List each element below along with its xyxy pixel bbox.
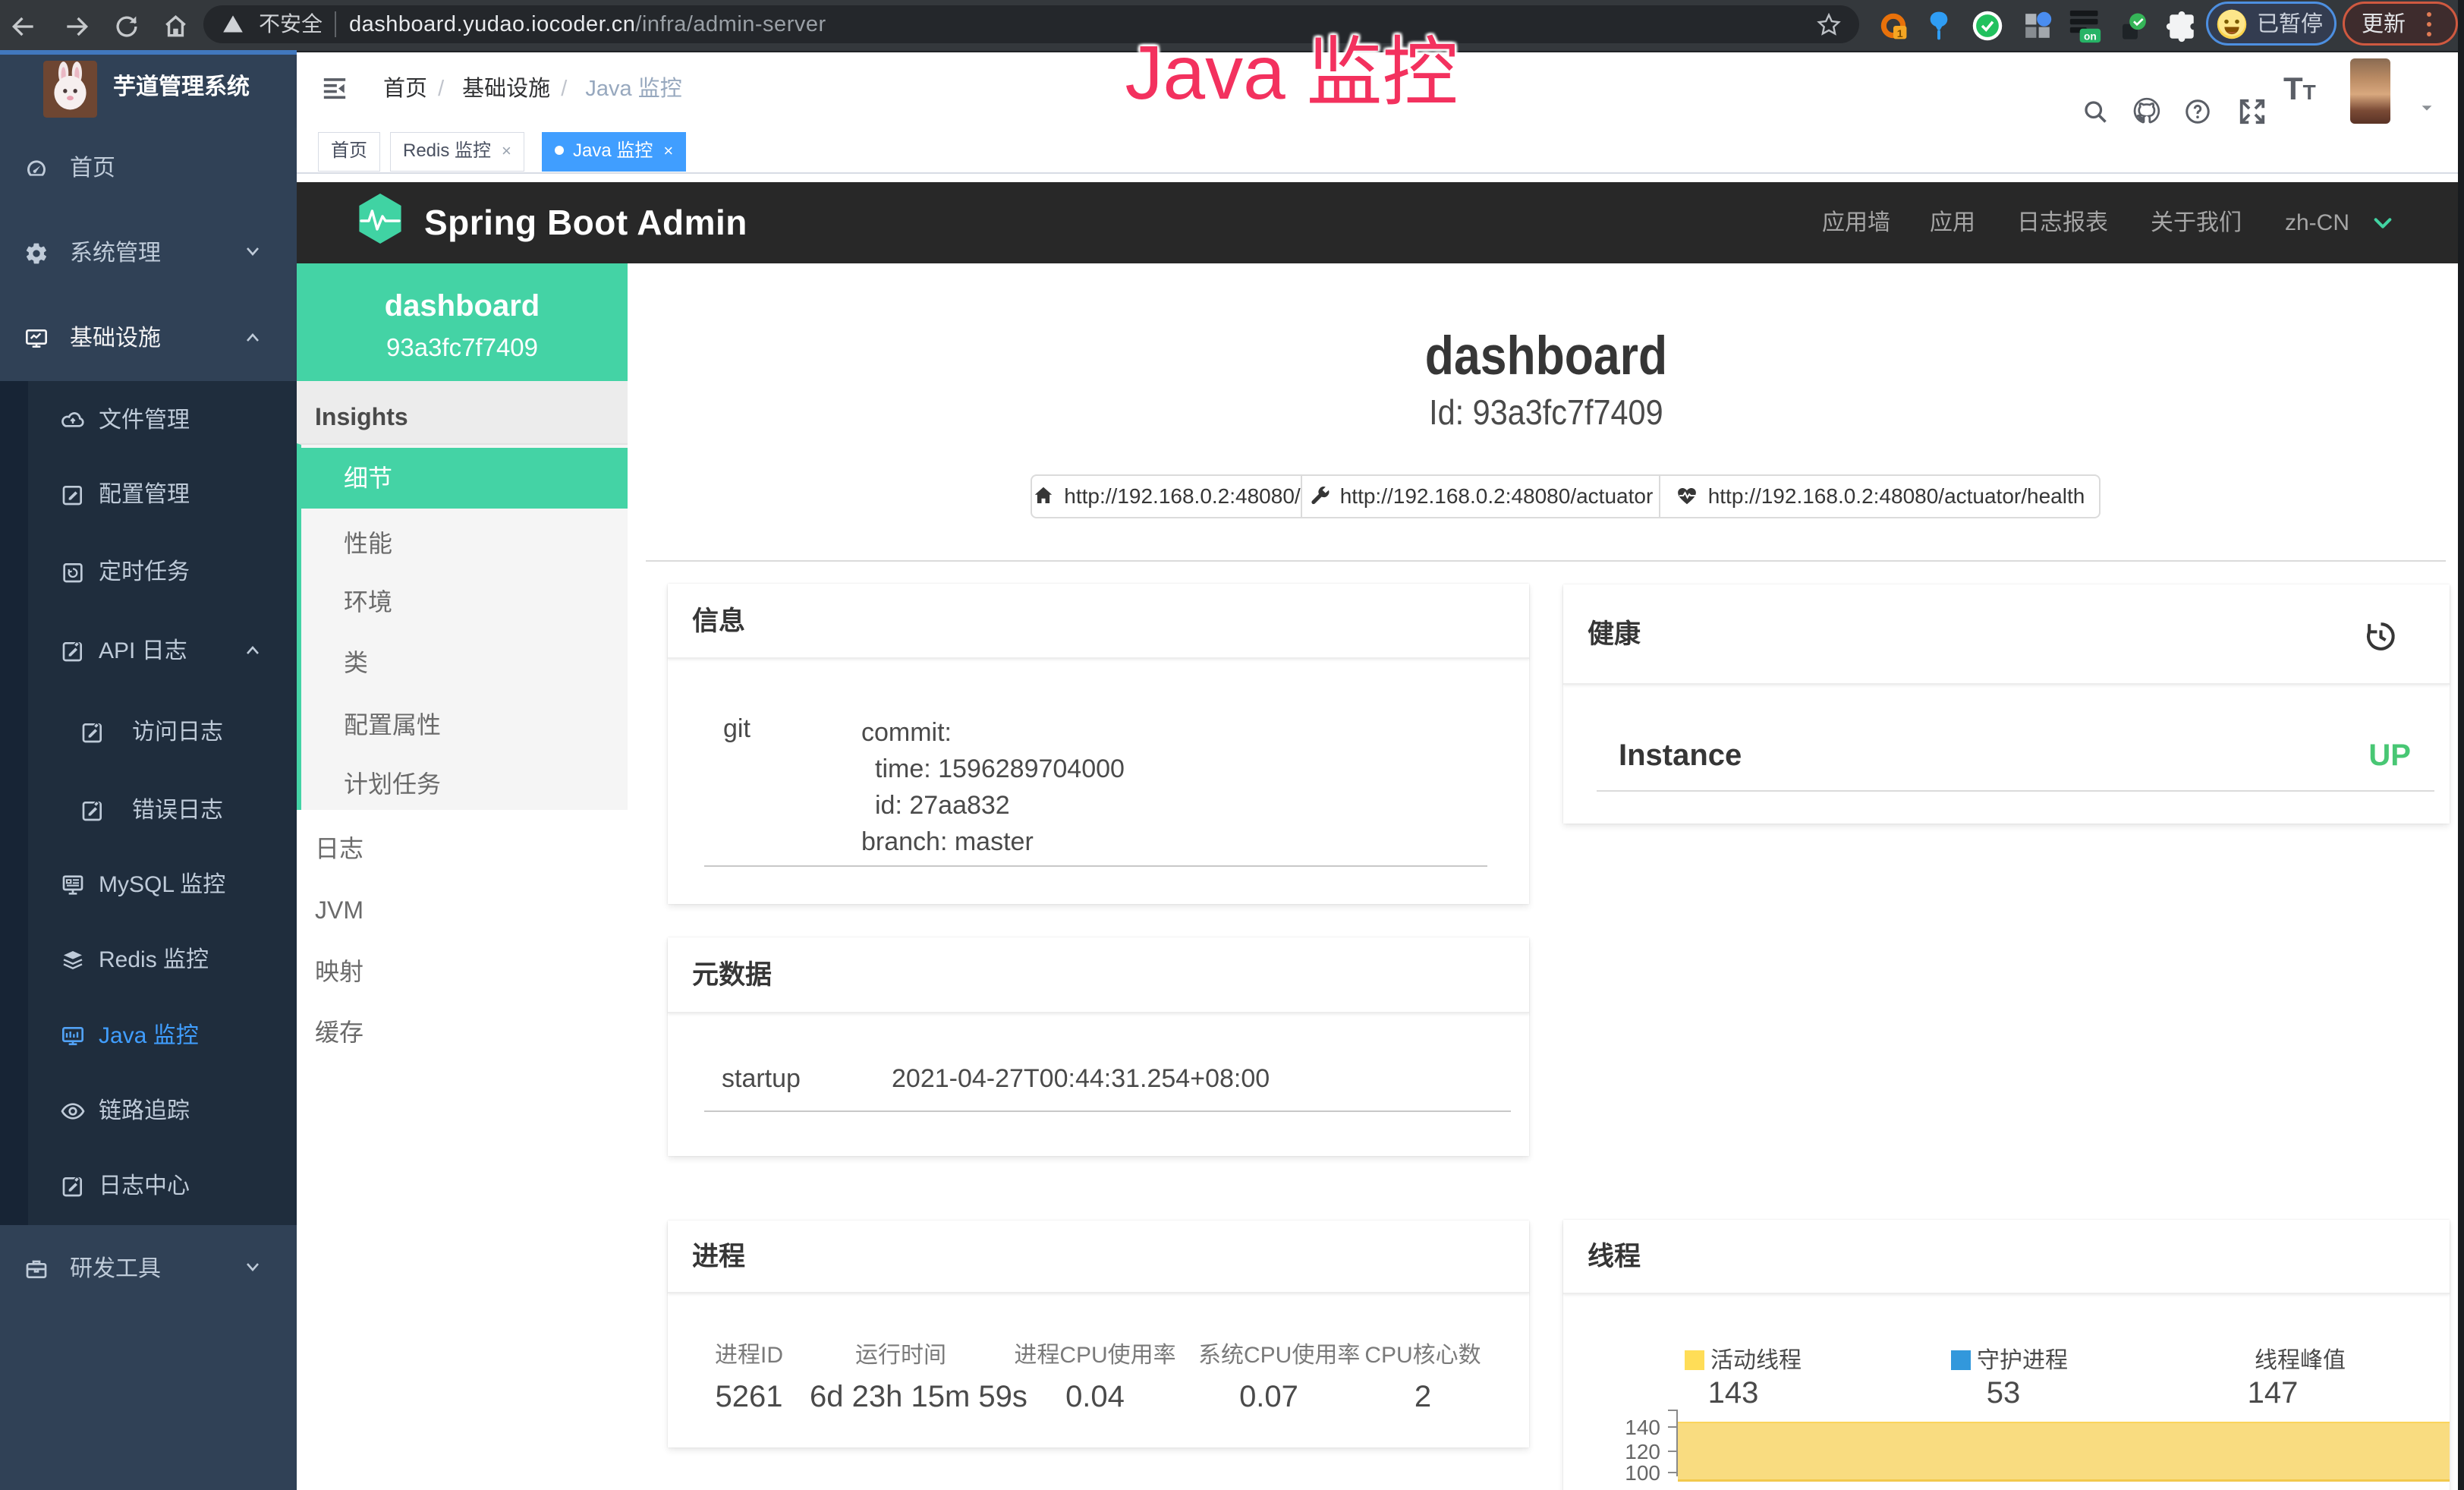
svg-text:1: 1 xyxy=(1897,28,1903,40)
svg-text:on: on xyxy=(2084,30,2097,42)
